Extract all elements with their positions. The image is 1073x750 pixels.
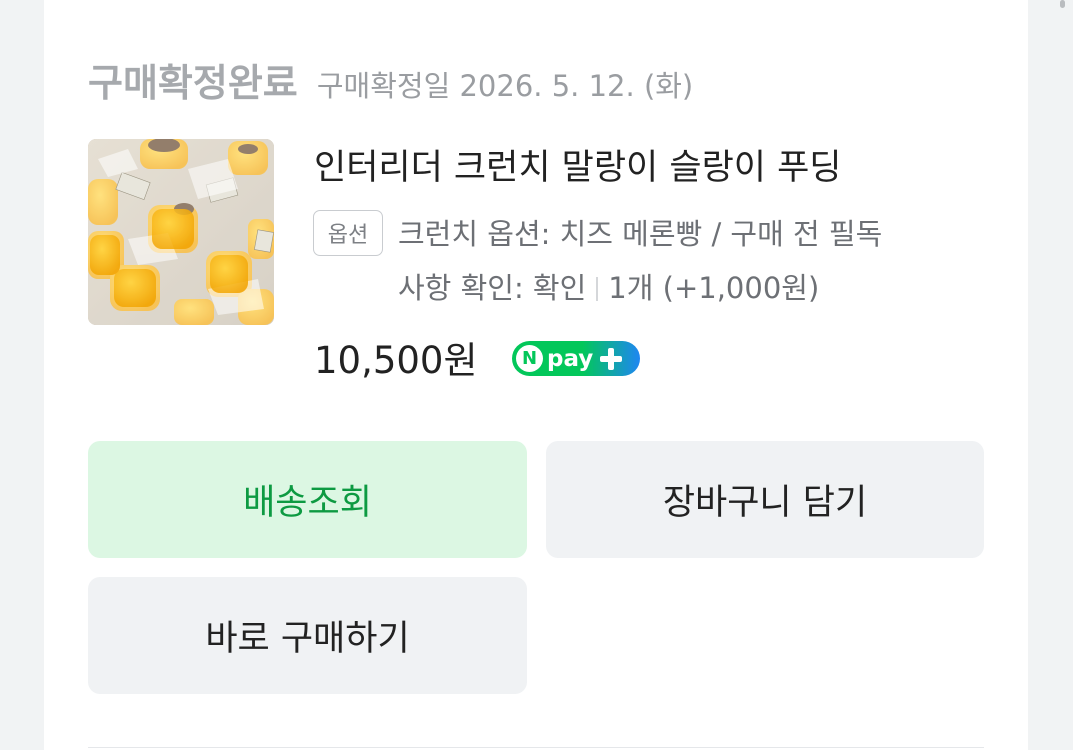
option-detail-line-2: 사항 확인: 확인 1개 (+1,000원) [398, 265, 819, 307]
product-thumbnail[interactable] [88, 139, 274, 325]
scrollbar-thumb[interactable] [1060, 0, 1065, 8]
product-name[interactable]: 인터리더 크런치 말랑이 슬랑이 푸딩 [314, 139, 842, 190]
order-status-row: 구매확정완료 구매확정일 2026. 5. 12. (화) [88, 52, 693, 107]
npay-label: pay [547, 345, 594, 372]
option-separator [596, 277, 599, 301]
add-to-cart-button[interactable]: 장바구니 담기 [546, 441, 984, 558]
plus-icon [599, 347, 623, 371]
section-divider [88, 747, 984, 748]
product-price: 10,500원 [314, 339, 478, 382]
npay-plus-badge: N pay [512, 341, 640, 376]
buy-now-button[interactable]: 바로 구매하기 [88, 577, 527, 694]
purchase-confirm-date: 구매확정일 2026. 5. 12. (화) [316, 69, 694, 103]
npay-n-icon: N [516, 345, 543, 372]
option-quantity-price: 1개 (+1,000원) [608, 271, 820, 305]
order-status-title: 구매확정완료 [88, 61, 298, 105]
option-badge: 옵션 [313, 210, 383, 256]
option-detail-line-1: 크런치 옵션: 치즈 메론빵 / 구매 전 필독 [398, 217, 883, 251]
pudding-photo [88, 139, 274, 325]
option-confirm-text: 사항 확인: 확인 [398, 271, 587, 305]
track-delivery-button[interactable]: 배송조회 [88, 441, 527, 558]
